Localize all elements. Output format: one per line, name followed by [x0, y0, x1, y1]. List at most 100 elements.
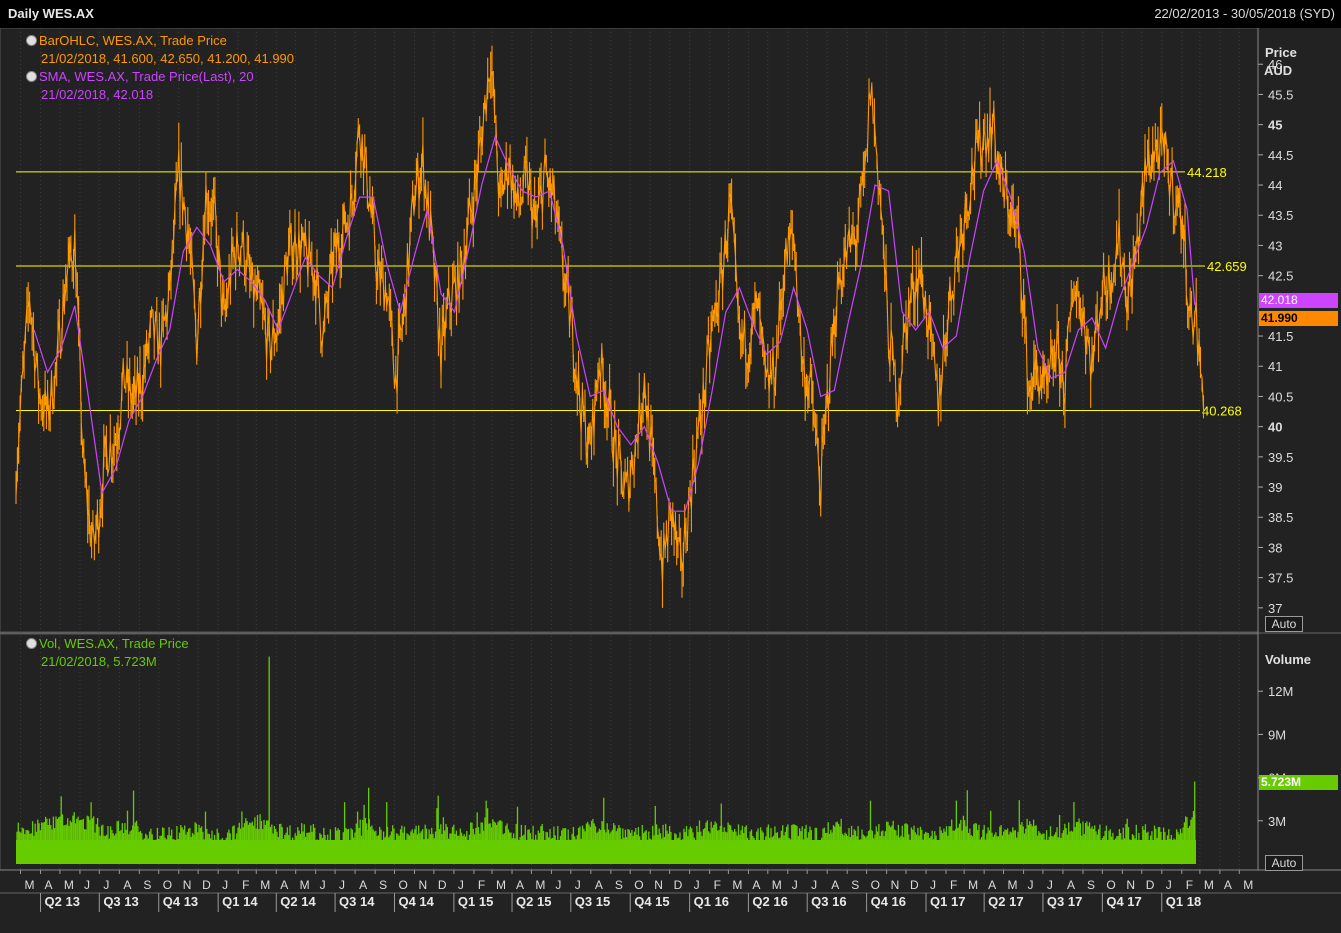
month-tick-label: M [496, 878, 506, 892]
month-tick-label: A [359, 878, 367, 892]
month-tick-label: M [732, 878, 742, 892]
price-tick-label: 45 [1268, 118, 1282, 133]
month-tick-label: S [379, 878, 387, 892]
month-tick-label: J [103, 878, 109, 892]
price-tick-label: 38.5 [1268, 510, 1293, 525]
month-tick-label: A [752, 878, 760, 892]
month-tick-label: J [575, 878, 581, 892]
month-tick-label: F [478, 878, 485, 892]
month-tick-label: S [615, 878, 623, 892]
month-tick-label: J [555, 878, 561, 892]
ohlc-legend-values: 21/02/2018, 41.600, 42.650, 41.200, 41.9… [41, 51, 295, 66]
volume-last-badge: 5.723M [1259, 775, 1338, 790]
price-tick-label: 43 [1268, 238, 1282, 253]
quarter-tick-label: Q3 14 [339, 894, 375, 909]
quarter-tick-label: Q4 17 [1106, 894, 1141, 909]
month-tick-label: M [1204, 878, 1214, 892]
price-tick-label: 40.5 [1268, 389, 1293, 404]
series-info-icon[interactable] [26, 35, 37, 46]
month-tick-label: O [871, 878, 880, 892]
price-tick-label: 38 [1268, 540, 1282, 555]
month-tick-label: D [202, 878, 211, 892]
month-tick-label: J [1047, 878, 1053, 892]
month-tick-label: O [1106, 878, 1115, 892]
month-tick-label: S [851, 878, 859, 892]
quarter-tick-label: Q1 18 [1166, 894, 1201, 909]
month-tick-label: A [280, 878, 288, 892]
price-panel [0, 27, 1259, 633]
volume-tick-label: 3M [1268, 814, 1286, 829]
price-tick-label: 39.5 [1268, 450, 1293, 465]
quarter-tick-label: Q4 13 [163, 894, 198, 909]
price-legend: BarOHLC, WES.AX, Trade Price 21/02/2018,… [26, 32, 294, 104]
quarter-tick-label: Q2 14 [280, 894, 316, 909]
price-tick-label: 41 [1268, 359, 1282, 374]
quarter-tick-label: Q1 16 [694, 894, 729, 909]
series-info-icon[interactable] [26, 71, 37, 82]
auto-scale-button-price[interactable]: Auto [1265, 616, 1303, 632]
month-tick-label: N [1126, 878, 1135, 892]
month-tick-label: J [320, 878, 326, 892]
sma-last-badge: 42.018 [1259, 293, 1338, 308]
month-tick-label: O [634, 878, 643, 892]
volume-tick-label: 9M [1268, 727, 1286, 742]
quarter-tick-label: Q4 15 [634, 894, 669, 909]
month-tick-label: N [418, 878, 427, 892]
month-tick-label: M [535, 878, 545, 892]
month-tick-label: F [1186, 878, 1193, 892]
ohlc-legend-label: BarOHLC, WES.AX, Trade Price [39, 33, 227, 48]
sma-legend-line: SMA, WES.AX, Trade Price(Last), 20 [26, 68, 294, 86]
price-tick-label: 43.5 [1268, 208, 1293, 223]
month-tick-label: S [1087, 878, 1095, 892]
month-tick-label: J [930, 878, 936, 892]
month-tick-label: A [123, 878, 131, 892]
volume-legend: Vol, WES.AX, Trade Price 21/02/2018, 5.7… [26, 635, 189, 671]
price-tick-label: 42.5 [1268, 269, 1293, 284]
price-tick-label: 37.5 [1268, 571, 1293, 586]
month-tick-label: A [1067, 878, 1075, 892]
date-range: 22/02/2013 - 30/05/2018 (SYD) [1154, 6, 1335, 21]
quarter-tick-label: Q3 17 [1047, 894, 1082, 909]
month-tick-label: F [242, 878, 249, 892]
price-last-badge: 41.990 [1259, 311, 1338, 326]
volume-base-fill [16, 840, 1196, 864]
month-tick-label: J [792, 878, 798, 892]
reference-line-label: 40.268 [1202, 403, 1242, 418]
auto-scale-button-volume[interactable]: Auto [1265, 855, 1303, 871]
quarter-tick-label: Q2 16 [752, 894, 787, 909]
month-tick-label: J [458, 878, 464, 892]
month-tick-label: J [811, 878, 817, 892]
quarter-tick-label: Q2 15 [516, 894, 551, 909]
price-tick-label: 41.5 [1268, 329, 1293, 344]
quarter-tick-label: Q3 16 [811, 894, 846, 909]
price-tick-label: 44 [1268, 178, 1282, 193]
price-tick-label: 46 [1268, 57, 1282, 72]
month-tick-label: M [300, 878, 310, 892]
month-tick-label: N [891, 878, 900, 892]
ohlc-legend-line: BarOHLC, WES.AX, Trade Price [26, 32, 294, 50]
reference-line-label: 42.659 [1207, 259, 1247, 274]
price-tick-label: 45.5 [1268, 87, 1293, 102]
quarter-tick-label: Q1 17 [930, 894, 965, 909]
month-tick-label: D [674, 878, 683, 892]
sma-legend-label: SMA, WES.AX, Trade Price(Last), 20 [39, 69, 254, 84]
month-tick-label: S [143, 878, 151, 892]
quarter-tick-label: Q1 15 [458, 894, 493, 909]
month-tick-label: A [988, 878, 996, 892]
month-tick-label: O [163, 878, 172, 892]
month-tick-label: M [25, 878, 35, 892]
month-tick-label: A [45, 878, 53, 892]
quarter-tick-label: Q1 14 [222, 894, 258, 909]
series-info-icon[interactable] [26, 638, 37, 649]
reference-line-label: 44.218 [1187, 165, 1227, 180]
month-tick-label: A [1224, 878, 1232, 892]
month-tick-label: J [1028, 878, 1034, 892]
vol-legend-values: 21/02/2018, 5.723M [41, 654, 157, 669]
month-tick-label: F [950, 878, 957, 892]
chart-window: Price AUD 46 45.5 45 44.5 44 43.5 43 42.5 41.5 41 40… [0, 0, 1341, 933]
month-tick-label: M [260, 878, 270, 892]
month-tick-label: M [968, 878, 978, 892]
price-tick-label: 37 [1268, 601, 1282, 616]
price-tick-label: 40 [1268, 420, 1282, 435]
month-tick-label: J [222, 878, 228, 892]
